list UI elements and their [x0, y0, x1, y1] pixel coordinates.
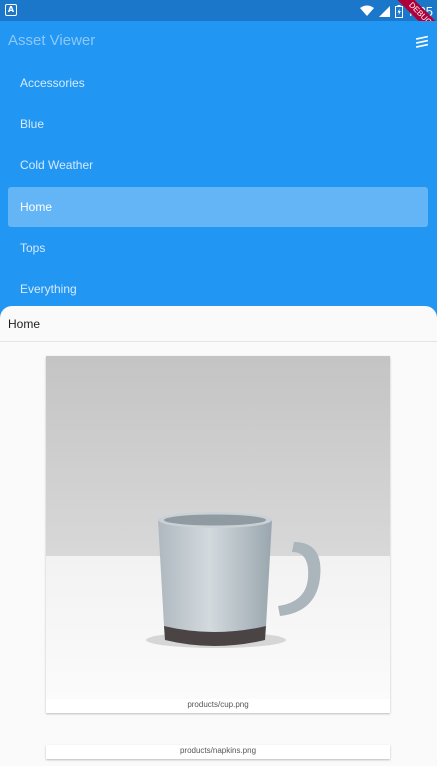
- menu-icon[interactable]: [415, 35, 429, 49]
- status-bar: A 7:25 DEBUG: [0, 0, 437, 43]
- cell-signal-icon: [378, 6, 390, 17]
- mug-photo: [46, 356, 390, 699]
- menu-item-blue[interactable]: Blue: [8, 104, 428, 144]
- wifi-icon: [359, 5, 374, 16]
- app-bar: Asset Viewer: [0, 21, 437, 63]
- menu-item-accessories[interactable]: Accessories: [8, 63, 428, 103]
- app-title: Asset Viewer: [8, 32, 96, 49]
- app-notification-icon: A: [5, 4, 17, 16]
- content-sheet: Home products/cup.png products/napkins.p…: [0, 306, 437, 766]
- sheet-title: Home: [0, 306, 437, 342]
- battery-icon: [394, 4, 403, 18]
- menu-item-home[interactable]: Home: [8, 187, 428, 227]
- product-card[interactable]: products/cup.png: [46, 356, 390, 713]
- category-menu: Accessories Blue Cold Weather Home Tops …: [0, 63, 437, 313]
- menu-item-tops[interactable]: Tops: [8, 228, 428, 268]
- card-caption: products/cup.png: [187, 700, 249, 709]
- menu-item-everything[interactable]: Everything: [8, 269, 428, 309]
- menu-item-cold-weather[interactable]: Cold Weather: [8, 145, 428, 185]
